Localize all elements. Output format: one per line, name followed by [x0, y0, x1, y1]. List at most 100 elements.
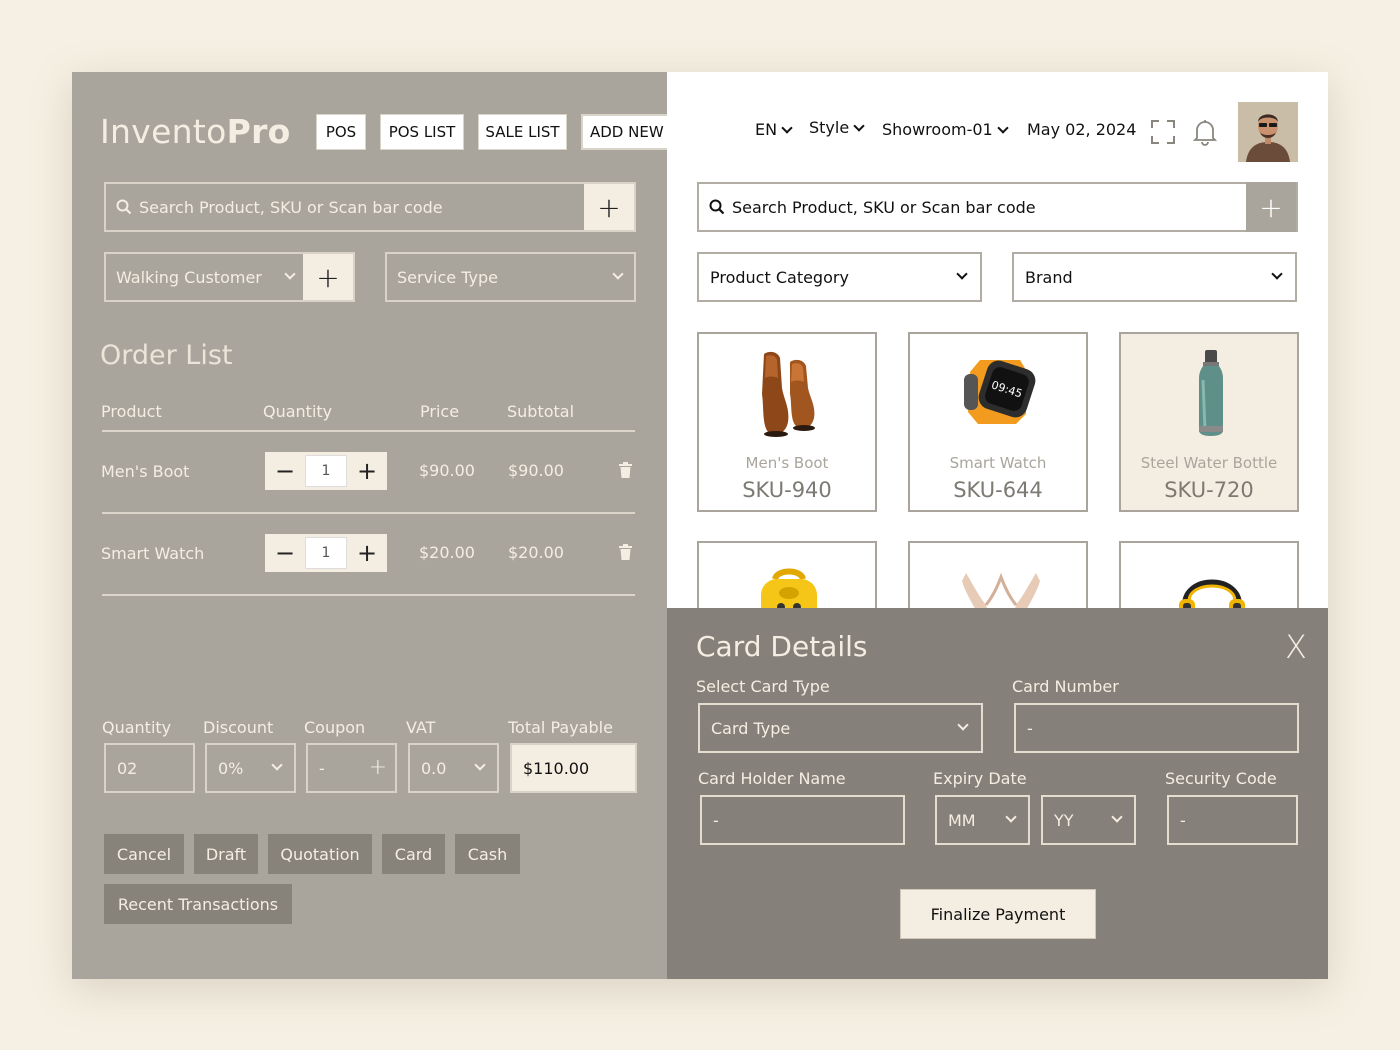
row-divider	[102, 594, 635, 596]
expiry-month-select[interactable]: MM	[935, 795, 1030, 845]
left-search-field[interactable]: Search Product, SKU or Scan bar code +	[104, 182, 636, 232]
product-sku: SKU-644	[953, 478, 1043, 502]
summary-quantity-field[interactable]: 02	[104, 743, 195, 793]
cash-button[interactable]: Cash	[455, 834, 520, 874]
row-divider	[102, 512, 635, 514]
logo-light: Invento	[100, 112, 227, 151]
chevron-down-icon	[957, 719, 969, 731]
app-logo[interactable]: InventoPro	[100, 112, 291, 151]
product-search-placeholder: Search Product, SKU or Scan bar code	[732, 197, 1036, 217]
card-number-field[interactable]: -	[1014, 703, 1299, 753]
expiry-month-value: MM	[948, 810, 976, 830]
pos-app: InventoPro POS POS LIST SALE LIST ADD NE…	[72, 72, 1328, 979]
chevron-down-icon	[284, 268, 296, 280]
boot-icon	[762, 351, 815, 437]
chevron-down-icon	[1111, 811, 1123, 823]
nav-pos-list-button[interactable]: POS LIST	[380, 114, 464, 150]
customer-select[interactable]: Walking Customer +	[104, 252, 355, 302]
security-code-field[interactable]: -	[1167, 795, 1298, 845]
column-quantity: Quantity	[263, 402, 333, 421]
chevron-down-icon	[781, 121, 793, 134]
current-date: May 02, 2024	[1027, 120, 1137, 139]
card-number-label: Card Number	[1012, 677, 1119, 696]
logo-bold: Pro	[226, 112, 291, 151]
smartwatch-icon: 09:45	[964, 360, 1036, 424]
coupon-field[interactable]: - +	[306, 743, 397, 793]
increase-button[interactable]: +	[347, 452, 387, 490]
product-card-selected[interactable]: Steel Water Bottle SKU-720	[1119, 332, 1299, 512]
order-row-subtotal: $90.00	[508, 461, 564, 480]
card-type-label: Select Card Type	[696, 677, 830, 696]
decrease-button[interactable]: −	[265, 534, 305, 572]
quantity-stepper: − 1 +	[265, 534, 387, 572]
bottle-icon	[1199, 350, 1223, 436]
trash-icon[interactable]	[619, 544, 632, 560]
decrease-button[interactable]: −	[265, 452, 305, 490]
card-type-select[interactable]: Card Type	[698, 703, 983, 753]
order-row-price: $90.00	[419, 461, 475, 480]
apply-coupon-icon[interactable]: +	[369, 755, 387, 780]
card-type-value: Card Type	[711, 718, 791, 738]
user-avatar[interactable]	[1238, 102, 1298, 162]
style-select[interactable]: Style	[809, 118, 865, 137]
summary-quantity-label: Quantity	[102, 718, 172, 737]
left-search-placeholder: Search Product, SKU or Scan bar code	[139, 197, 443, 217]
close-icon[interactable]: X	[1285, 628, 1307, 666]
product-card[interactable]: Men's Boot SKU-940	[697, 332, 877, 512]
product-name: Men's Boot	[745, 454, 829, 472]
product-sku: SKU-940	[742, 478, 832, 502]
card-button[interactable]: Card	[382, 834, 445, 874]
nav-sale-list-button[interactable]: SALE LIST	[478, 114, 567, 150]
discount-select[interactable]: 0%	[205, 743, 296, 793]
draft-button[interactable]: Draft	[194, 834, 258, 874]
table-header-divider	[102, 430, 635, 432]
chevron-down-icon	[1271, 268, 1283, 280]
order-list-title: Order List	[100, 340, 233, 371]
service-type-select[interactable]: Service Type	[385, 252, 636, 302]
brand-select[interactable]: Brand	[1012, 252, 1297, 302]
recent-transactions-button[interactable]: Recent Transactions	[104, 884, 292, 924]
showroom-select[interactable]: Showroom-01	[882, 120, 1009, 139]
nav-pos-button[interactable]: POS	[316, 114, 366, 150]
quantity-stepper: − 1 +	[265, 452, 387, 490]
product-search-field[interactable]: Search Product, SKU or Scan bar code +	[697, 182, 1298, 232]
customer-select-value: Walking Customer	[116, 267, 262, 287]
style-value: Style	[809, 118, 850, 137]
column-subtotal: Subtotal	[507, 402, 575, 421]
product-name: Smart Watch	[949, 454, 1047, 472]
expiry-year-select[interactable]: YY	[1041, 795, 1136, 845]
card-holder-field[interactable]: -	[700, 795, 905, 845]
order-row-name: Men's Boot	[101, 462, 190, 481]
finalize-payment-button[interactable]: Finalize Payment	[900, 889, 1096, 939]
language-select[interactable]: EN	[755, 120, 793, 139]
quantity-value[interactable]: 1	[305, 455, 347, 487]
add-product-button[interactable]: +	[1246, 182, 1296, 232]
trash-icon[interactable]	[619, 462, 632, 478]
add-customer-button[interactable]: +	[303, 254, 353, 300]
quotation-button[interactable]: Quotation	[268, 834, 372, 874]
fullscreen-icon[interactable]	[1151, 120, 1175, 144]
cancel-button[interactable]: Cancel	[104, 834, 184, 874]
summary-total-label: Total Payable	[508, 718, 613, 737]
category-select[interactable]: Product Category	[697, 252, 982, 302]
card-holder-value: -	[713, 810, 719, 830]
order-row-name: Smart Watch	[101, 544, 205, 563]
card-number-value: -	[1027, 718, 1033, 738]
expiry-year-value: YY	[1054, 810, 1074, 830]
card-details-title: Card Details	[696, 630, 868, 663]
showroom-value: Showroom-01	[882, 120, 993, 139]
vat-select[interactable]: 0.0	[408, 743, 499, 793]
increase-button[interactable]: +	[347, 534, 387, 572]
order-row-price: $20.00	[419, 543, 475, 562]
quantity-value[interactable]: 1	[305, 537, 347, 569]
search-icon	[709, 199, 725, 215]
security-code-value: -	[1180, 810, 1186, 830]
service-type-value: Service Type	[397, 267, 498, 287]
product-card[interactable]: 09:45 Smart Watch SKU-644	[908, 332, 1088, 512]
product-sku: SKU-720	[1164, 478, 1254, 502]
chevron-down-icon	[474, 759, 486, 771]
left-search-add-button[interactable]: +	[584, 184, 634, 230]
card-holder-label: Card Holder Name	[698, 769, 846, 788]
bell-icon[interactable]	[1193, 118, 1217, 146]
expiry-date-label: Expiry Date	[933, 769, 1027, 788]
